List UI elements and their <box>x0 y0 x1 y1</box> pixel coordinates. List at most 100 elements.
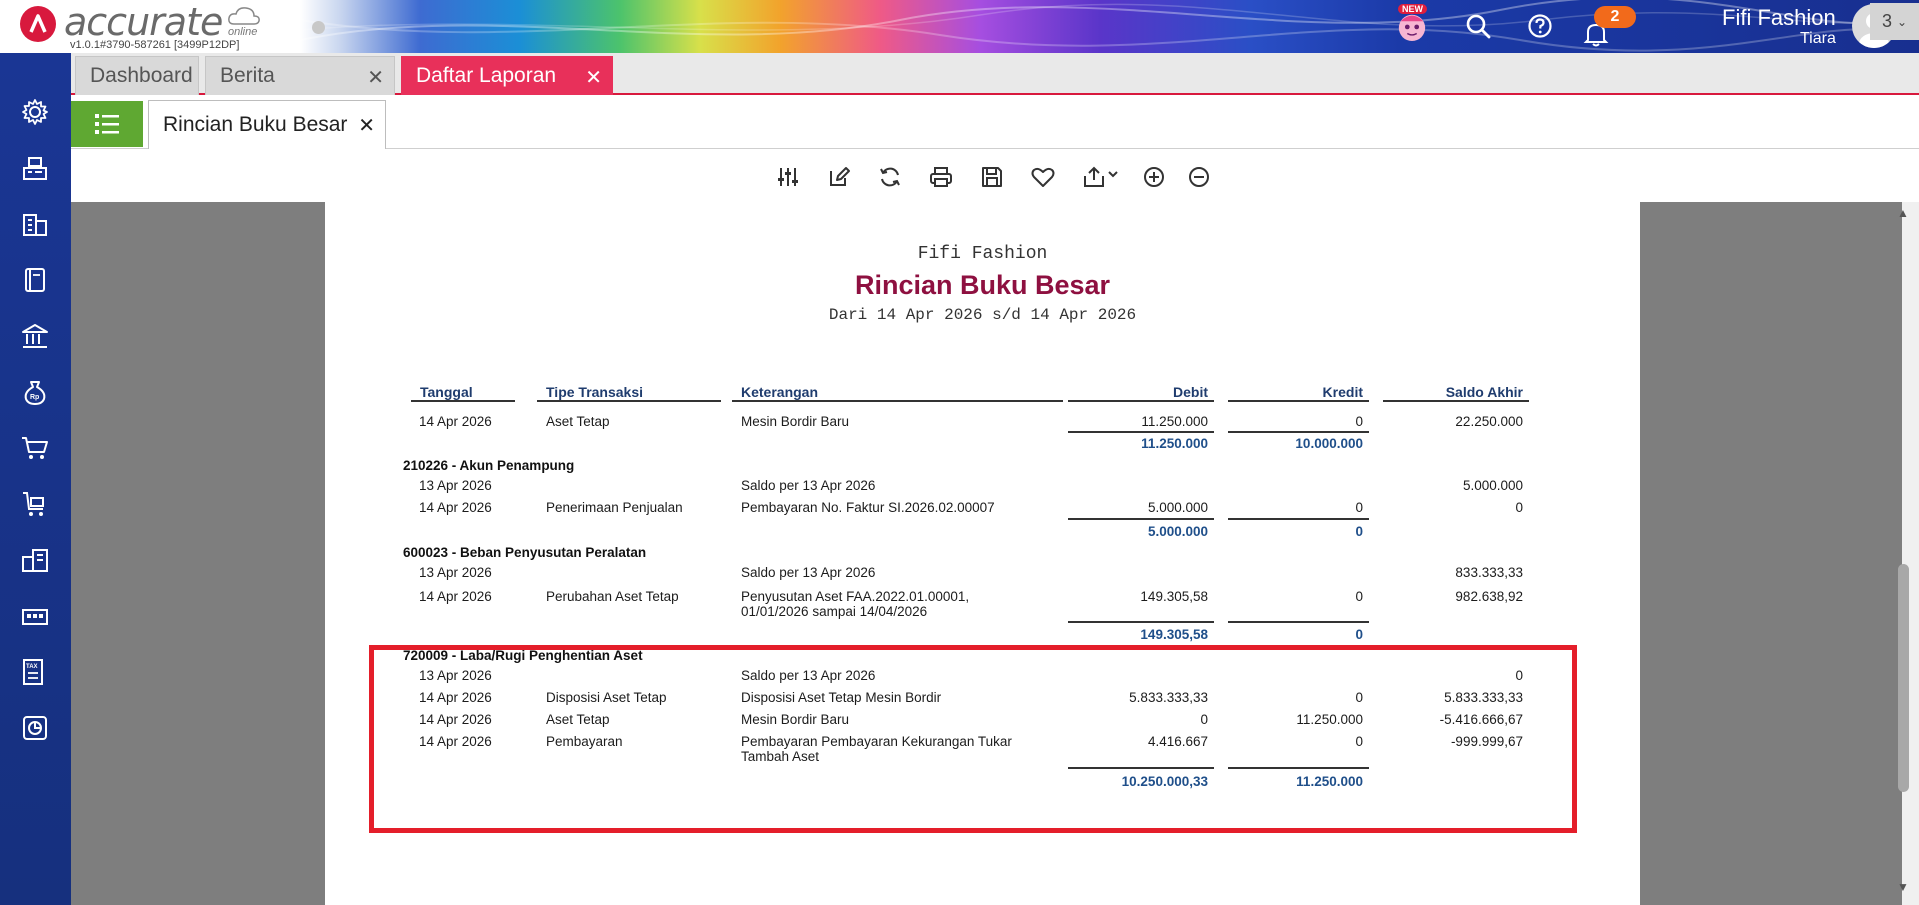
cell-debit: 5.000.000 <box>1147 500 1208 515</box>
subtotal-kredit: 10.000.000 <box>1295 436 1363 451</box>
cell-desc: Penyusutan Aset FAA.2022.01.00001, <box>741 589 970 604</box>
cell-date: 13 Apr 2026 <box>419 478 492 493</box>
cell-saldo: 0 <box>1515 500 1523 515</box>
help-icon[interactable] <box>1524 10 1556 42</box>
tab-label: Dashboard <box>90 64 193 87</box>
edit-icon[interactable] <box>826 164 852 190</box>
favorite-heart-icon[interactable] <box>1030 164 1056 190</box>
account-group-title: 210226 - Akun Penampung <box>403 458 575 473</box>
column-header-tipe: Tipe Transaksi <box>546 384 644 400</box>
cell-type: Penerimaan Penjualan <box>546 500 683 515</box>
subtotal-debit: 5.000.000 <box>1147 524 1208 539</box>
cash-register-icon[interactable] <box>18 151 52 185</box>
top-header: accurate online v1.0.1#3790-587261 [3499… <box>0 0 1919 53</box>
report-chart-icon[interactable] <box>18 711 52 745</box>
money-bag-icon[interactable]: Rp <box>18 375 52 409</box>
tab-berita[interactable]: Berita ✕ <box>205 56 395 95</box>
header-underline <box>537 400 721 402</box>
cell-type: Aset Tetap <box>546 414 610 429</box>
cell-desc: Mesin Bordir Baru <box>741 414 850 429</box>
tab-count-label: 3 <box>1881 11 1892 31</box>
subtotal-line <box>1228 621 1369 623</box>
cell-debit: 149.305,58 <box>1140 589 1208 604</box>
cell-date: 14 Apr 2026 <box>419 589 492 604</box>
main-tab-bar: Dashboard Berita ✕ Daftar Laporan ✕ <box>71 53 1919 95</box>
subtotal-line <box>1068 518 1214 520</box>
subtotal-debit: 11.250.000 <box>1141 436 1208 451</box>
cell-kredit: 0 <box>1355 589 1363 604</box>
column-header-tanggal: Tanggal <box>420 384 473 400</box>
status-dot-icon <box>312 21 325 34</box>
tab-dashboard[interactable]: Dashboard <box>75 56 199 95</box>
tab-count-dropdown[interactable]: 3 ⌄ <box>1870 3 1919 40</box>
highlight-annotation-box <box>369 645 1577 833</box>
zoom-out-icon[interactable] <box>1186 164 1212 190</box>
report-list-button[interactable] <box>71 101 143 147</box>
report-company: Fifi Fashion <box>917 244 1048 264</box>
new-badge: NEW <box>1398 4 1427 14</box>
report-tab-bar: Rincian Buku Besar ✕ <box>71 97 1919 149</box>
cell-desc: Saldo per 13 Apr 2026 <box>741 565 876 580</box>
settings-gear-icon[interactable] <box>18 95 52 129</box>
column-header-saldo: Saldo Akhir <box>1445 384 1523 400</box>
filter-sliders-icon[interactable] <box>775 164 801 190</box>
svg-text:Rp: Rp <box>30 394 39 401</box>
close-icon[interactable]: ✕ <box>358 113 375 138</box>
shopping-cart-icon[interactable] <box>18 431 52 465</box>
header-underline <box>1228 400 1369 402</box>
tab-rincian-buku-besar[interactable]: Rincian Buku Besar ✕ <box>148 100 386 149</box>
header-underline <box>1383 400 1529 402</box>
bank-icon[interactable] <box>18 319 52 353</box>
zoom-in-icon[interactable] <box>1141 164 1167 190</box>
column-header-kredit: Kredit <box>1322 384 1363 400</box>
close-icon[interactable]: ✕ <box>585 65 602 90</box>
vertical-scrollbar[interactable] <box>1902 202 1919 905</box>
sidebar: Rp TAX <box>0 53 71 905</box>
cell-date: 13 Apr 2026 <box>419 565 492 580</box>
brand-sub: online <box>228 26 258 38</box>
report-date-range: Dari 14 Apr 2026 s/d 14 Apr 2026 <box>828 306 1137 324</box>
warehouse-icon[interactable] <box>18 543 52 577</box>
chevron-down-icon: ⌄ <box>1896 14 1908 29</box>
version-label: v1.0.1#3790-587261 [3499P12DP] <box>70 39 240 51</box>
cell-type: Perubahan Aset Tetap <box>546 589 679 604</box>
user-name[interactable]: Tiara <box>1800 30 1836 48</box>
company-name[interactable]: Fifi Fashion <box>1722 5 1836 31</box>
cell-saldo: 982.638,92 <box>1455 589 1523 604</box>
account-group-title: 600023 - Beban Penyusutan Peralatan <box>403 545 647 560</box>
tab-label: Daftar Laporan <box>416 64 557 87</box>
mascot-icon[interactable] <box>1396 10 1428 42</box>
export-share-icon[interactable] <box>1081 164 1121 190</box>
building-icon[interactable] <box>18 207 52 241</box>
cell-kredit: 0 <box>1355 500 1363 515</box>
subtotal-line <box>1068 431 1214 433</box>
print-icon[interactable] <box>928 164 954 190</box>
save-icon[interactable] <box>979 164 1005 190</box>
subtotal-kredit: 0 <box>1355 627 1363 642</box>
tax-document-icon[interactable]: TAX <box>18 655 52 689</box>
tab-daftar-laporan[interactable]: Daftar Laporan ✕ <box>401 56 613 95</box>
search-icon[interactable] <box>1462 10 1494 42</box>
scrollbar-thumb[interactable] <box>1898 564 1909 792</box>
accurate-logo-icon[interactable] <box>20 6 56 42</box>
cell-desc: Pembayaran No. Faktur SI.2026.02.00007 <box>741 500 995 515</box>
scroll-down-arrow-icon[interactable]: ▼ <box>1897 880 1909 894</box>
cell-desc-line2: 01/01/2026 sampai 14/04/2026 <box>741 604 928 619</box>
subtotal-line <box>1228 518 1369 520</box>
ledger-book-icon[interactable] <box>18 263 52 297</box>
scroll-up-arrow-icon[interactable]: ▲ <box>1897 206 1909 220</box>
subtotal-kredit: 0 <box>1355 524 1363 539</box>
close-icon[interactable]: ✕ <box>367 65 384 90</box>
column-header-debit: Debit <box>1173 384 1208 400</box>
cloud-icon <box>228 7 260 25</box>
refresh-icon[interactable] <box>877 164 903 190</box>
tab-label: Rincian Buku Besar <box>163 113 348 136</box>
header-underline <box>732 400 1063 402</box>
cell-saldo: 833.333,33 <box>1455 565 1523 580</box>
purchase-cart-icon[interactable] <box>18 487 52 521</box>
report-toolbar <box>71 150 1919 202</box>
tab-label: Berita <box>220 64 275 87</box>
report-title: Rincian Buku Besar <box>854 270 1111 300</box>
list-icon <box>95 114 119 134</box>
production-icon[interactable] <box>18 599 52 633</box>
